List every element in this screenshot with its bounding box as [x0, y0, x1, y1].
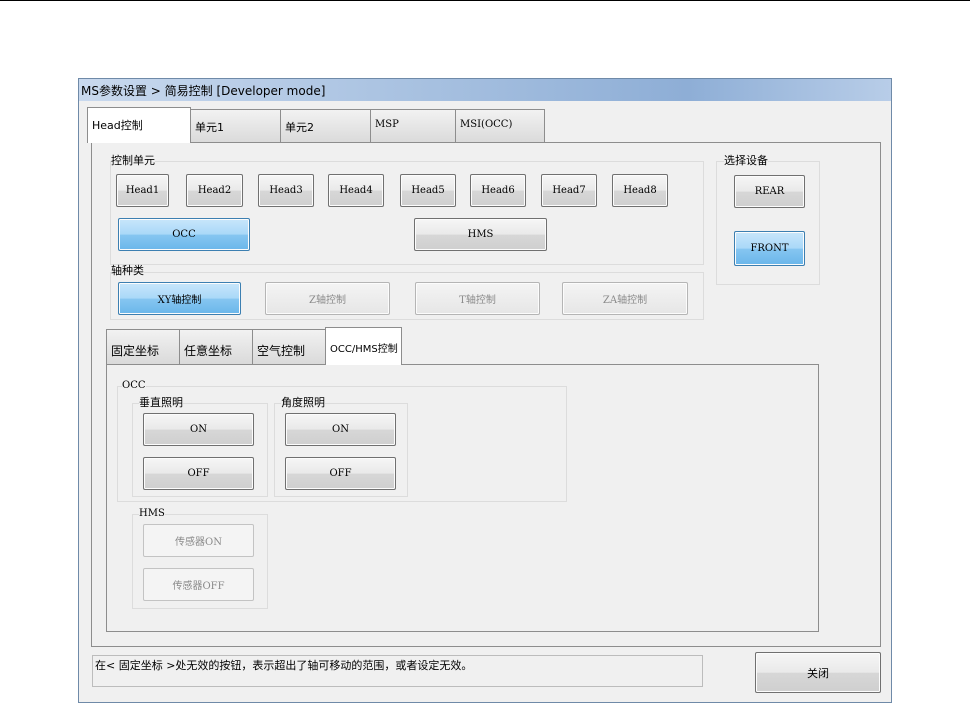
- tab-occ-hms-control[interactable]: OCC/HMS控制: [325, 327, 402, 365]
- angle-light-on-button[interactable]: ON: [285, 413, 396, 446]
- head5-button[interactable]: Head5: [400, 174, 456, 207]
- hms-group-label: HMS: [139, 508, 165, 520]
- head4-button[interactable]: Head4: [328, 174, 384, 207]
- head2-button[interactable]: Head2: [186, 174, 243, 207]
- title-bar[interactable]: MS参数设置 > 简易控制 [Developer mode]: [79, 79, 891, 101]
- xy-axis-button[interactable]: XY轴控制: [118, 282, 241, 315]
- control-unit-label: 控制单元: [111, 154, 155, 167]
- vertical-light-off-button[interactable]: OFF: [143, 457, 254, 490]
- za-axis-button[interactable]: ZA轴控制: [562, 282, 688, 315]
- rear-button[interactable]: REAR: [734, 175, 805, 208]
- top-border-line: [0, 0, 970, 1]
- sensor-off-button[interactable]: 传感器OFF: [143, 568, 254, 601]
- axis-type-label: 轴种类: [111, 264, 144, 277]
- status-message: 在< 固定坐标 >处无效的按钮，表示超出了轴可移动的范围，或者设定无效。: [92, 655, 703, 687]
- vertical-light-on-button[interactable]: ON: [143, 413, 254, 446]
- tab-unit2[interactable]: 单元2: [280, 109, 371, 144]
- close-button[interactable]: 关闭: [755, 652, 881, 693]
- tab-arbitrary-coordinate[interactable]: 任意坐标: [179, 329, 253, 365]
- head8-button[interactable]: Head8: [612, 174, 668, 207]
- z-axis-button[interactable]: Z轴控制: [265, 282, 390, 315]
- head7-button[interactable]: Head7: [541, 174, 597, 207]
- occ-group-label: OCC: [122, 380, 146, 392]
- occ-button[interactable]: OCC: [118, 218, 250, 251]
- tab-msi-occ[interactable]: MSI(OCC): [455, 109, 545, 144]
- select-device-label: 选择设备: [724, 154, 768, 167]
- angle-light-label: 角度照明: [281, 396, 325, 409]
- tab-unit1[interactable]: 单元1: [190, 109, 281, 144]
- front-button[interactable]: FRONT: [734, 231, 805, 266]
- head6-button[interactable]: Head6: [470, 174, 526, 207]
- vertical-light-label: 垂直照明: [139, 396, 183, 409]
- angle-light-off-button[interactable]: OFF: [285, 457, 396, 490]
- head1-button[interactable]: Head1: [116, 174, 169, 207]
- window-title: MS参数设置 > 简易控制 [Developer mode]: [81, 84, 326, 98]
- sensor-on-button[interactable]: 传感器ON: [143, 524, 254, 557]
- head3-button[interactable]: Head3: [258, 174, 314, 207]
- hms-button[interactable]: HMS: [414, 218, 547, 251]
- dialog-window: MS参数设置 > 简易控制 [Developer mode] Head控制 单元…: [78, 78, 892, 703]
- tab-fixed-coordinate[interactable]: 固定坐标: [106, 329, 180, 365]
- tab-head-control[interactable]: Head控制: [87, 107, 191, 143]
- t-axis-button[interactable]: T轴控制: [415, 282, 540, 315]
- tab-air-control[interactable]: 空气控制: [252, 329, 326, 365]
- tab-msp[interactable]: MSP: [370, 109, 456, 144]
